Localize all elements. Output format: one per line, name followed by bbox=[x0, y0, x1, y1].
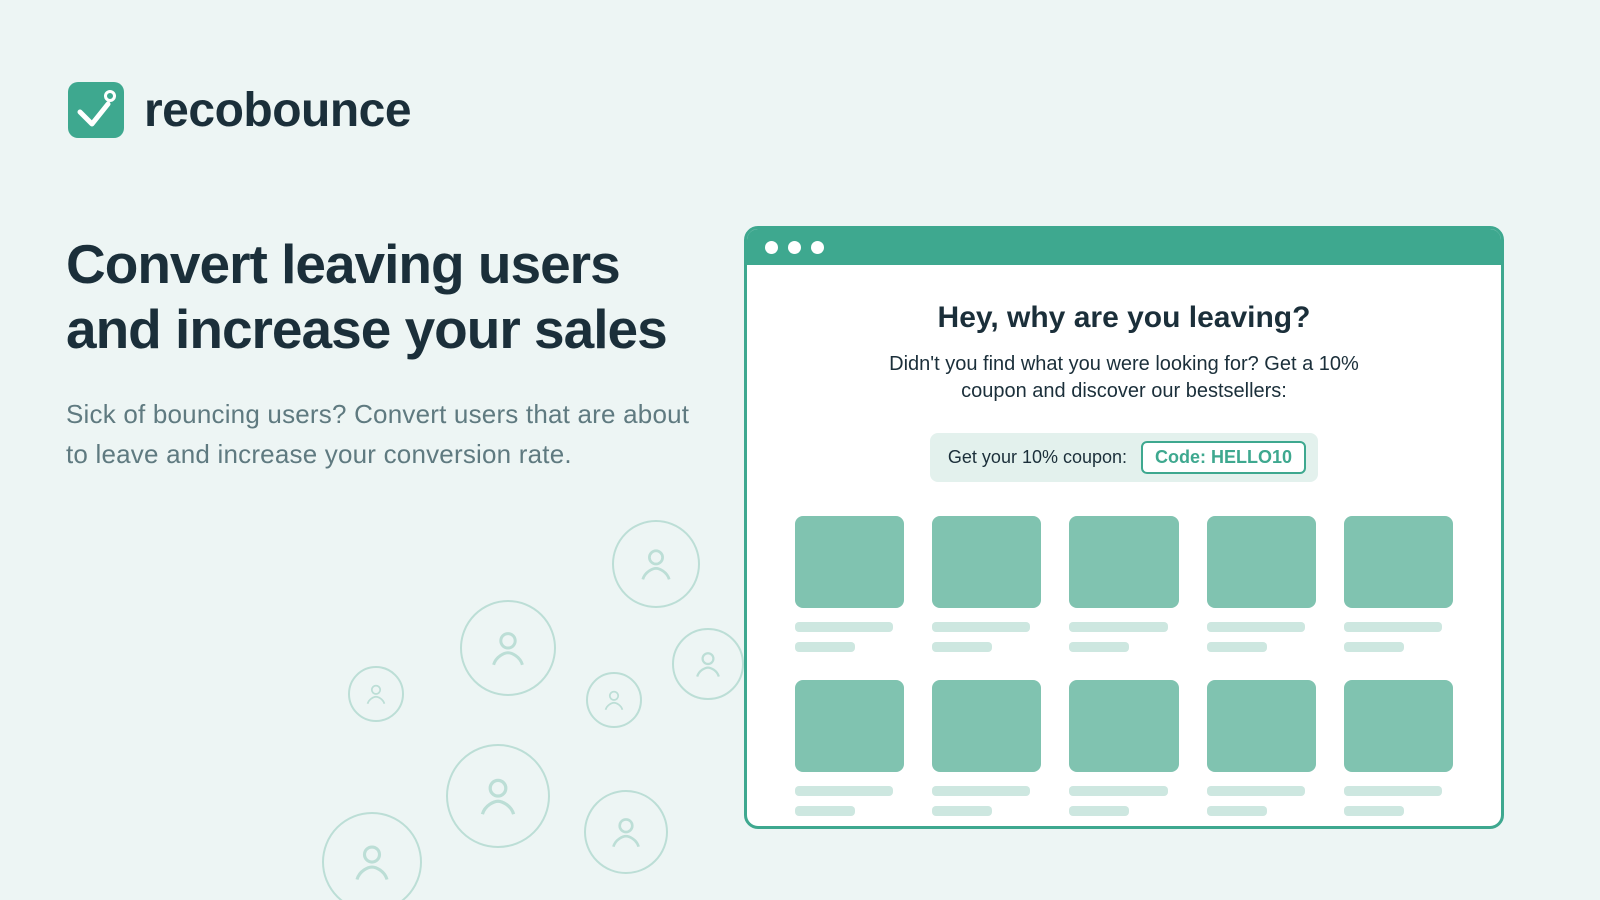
traffic-light-icon bbox=[811, 241, 824, 254]
product-card bbox=[1207, 680, 1316, 816]
product-thumb-placeholder bbox=[1069, 680, 1178, 772]
traffic-light-icon bbox=[788, 241, 801, 254]
skeleton-line bbox=[1207, 786, 1305, 796]
browser-body: Hey, why are you leaving? Didn't you fin… bbox=[747, 265, 1501, 826]
skeleton-line bbox=[932, 622, 1030, 632]
skeleton-line bbox=[1207, 806, 1267, 816]
product-thumb-placeholder bbox=[795, 516, 904, 608]
skeleton-line bbox=[1344, 786, 1442, 796]
user-icon bbox=[348, 666, 404, 722]
skeleton-line bbox=[1207, 622, 1305, 632]
popup-title: Hey, why are you leaving? bbox=[795, 301, 1453, 335]
product-thumb-placeholder bbox=[1344, 516, 1453, 608]
product-card bbox=[795, 680, 904, 816]
brand-logo: recobounce bbox=[68, 82, 411, 138]
skeleton-line bbox=[795, 622, 893, 632]
product-card bbox=[1069, 516, 1178, 652]
user-icon bbox=[672, 628, 744, 700]
skeleton-line bbox=[932, 642, 992, 652]
skeleton-line bbox=[1344, 622, 1442, 632]
product-thumb-placeholder bbox=[1344, 680, 1453, 772]
user-icon bbox=[612, 520, 700, 608]
skeleton-line bbox=[1069, 642, 1129, 652]
browser-title-bar bbox=[747, 229, 1501, 265]
traffic-light-icon bbox=[765, 241, 778, 254]
product-grid bbox=[795, 516, 1453, 826]
skeleton-line bbox=[1069, 786, 1167, 796]
skeleton-line bbox=[1344, 806, 1404, 816]
popup-subtitle: Didn't you find what you were looking fo… bbox=[864, 351, 1384, 405]
product-card bbox=[932, 680, 1041, 816]
product-card bbox=[932, 516, 1041, 652]
product-card bbox=[1344, 516, 1453, 652]
skeleton-line bbox=[1069, 622, 1167, 632]
brand-mark-icon bbox=[68, 82, 124, 138]
coupon-pill: Get your 10% coupon: Code: HELLO10 bbox=[930, 433, 1318, 482]
skeleton-line bbox=[1207, 642, 1267, 652]
skeleton-line bbox=[1069, 806, 1129, 816]
user-icon bbox=[446, 744, 550, 848]
product-thumb-placeholder bbox=[1069, 516, 1178, 608]
brand-name: recobounce bbox=[144, 83, 411, 138]
skeleton-line bbox=[795, 806, 855, 816]
user-icon bbox=[460, 600, 556, 696]
skeleton-line bbox=[932, 806, 992, 816]
hero-subcopy: Sick of bouncing users? Convert users th… bbox=[66, 394, 706, 475]
coupon-label: Get your 10% coupon: bbox=[948, 447, 1127, 468]
product-thumb-placeholder bbox=[932, 680, 1041, 772]
hero-headline: Convert leaving users and increase your … bbox=[66, 232, 706, 362]
user-icon bbox=[586, 672, 642, 728]
product-card bbox=[795, 516, 904, 652]
skeleton-line bbox=[795, 786, 893, 796]
skeleton-line bbox=[1344, 642, 1404, 652]
user-icon bbox=[584, 790, 668, 874]
product-card bbox=[1344, 680, 1453, 816]
browser-mockup: Hey, why are you leaving? Didn't you fin… bbox=[744, 226, 1504, 829]
product-thumb-placeholder bbox=[795, 680, 904, 772]
skeleton-line bbox=[795, 642, 855, 652]
coupon-code-badge[interactable]: Code: HELLO10 bbox=[1141, 441, 1306, 474]
hero-copy: Convert leaving users and increase your … bbox=[66, 232, 706, 474]
product-thumb-placeholder bbox=[932, 516, 1041, 608]
product-card bbox=[1069, 680, 1178, 816]
skeleton-line bbox=[932, 786, 1030, 796]
product-card bbox=[1207, 516, 1316, 652]
user-icon bbox=[322, 812, 422, 900]
product-thumb-placeholder bbox=[1207, 516, 1316, 608]
product-thumb-placeholder bbox=[1207, 680, 1316, 772]
